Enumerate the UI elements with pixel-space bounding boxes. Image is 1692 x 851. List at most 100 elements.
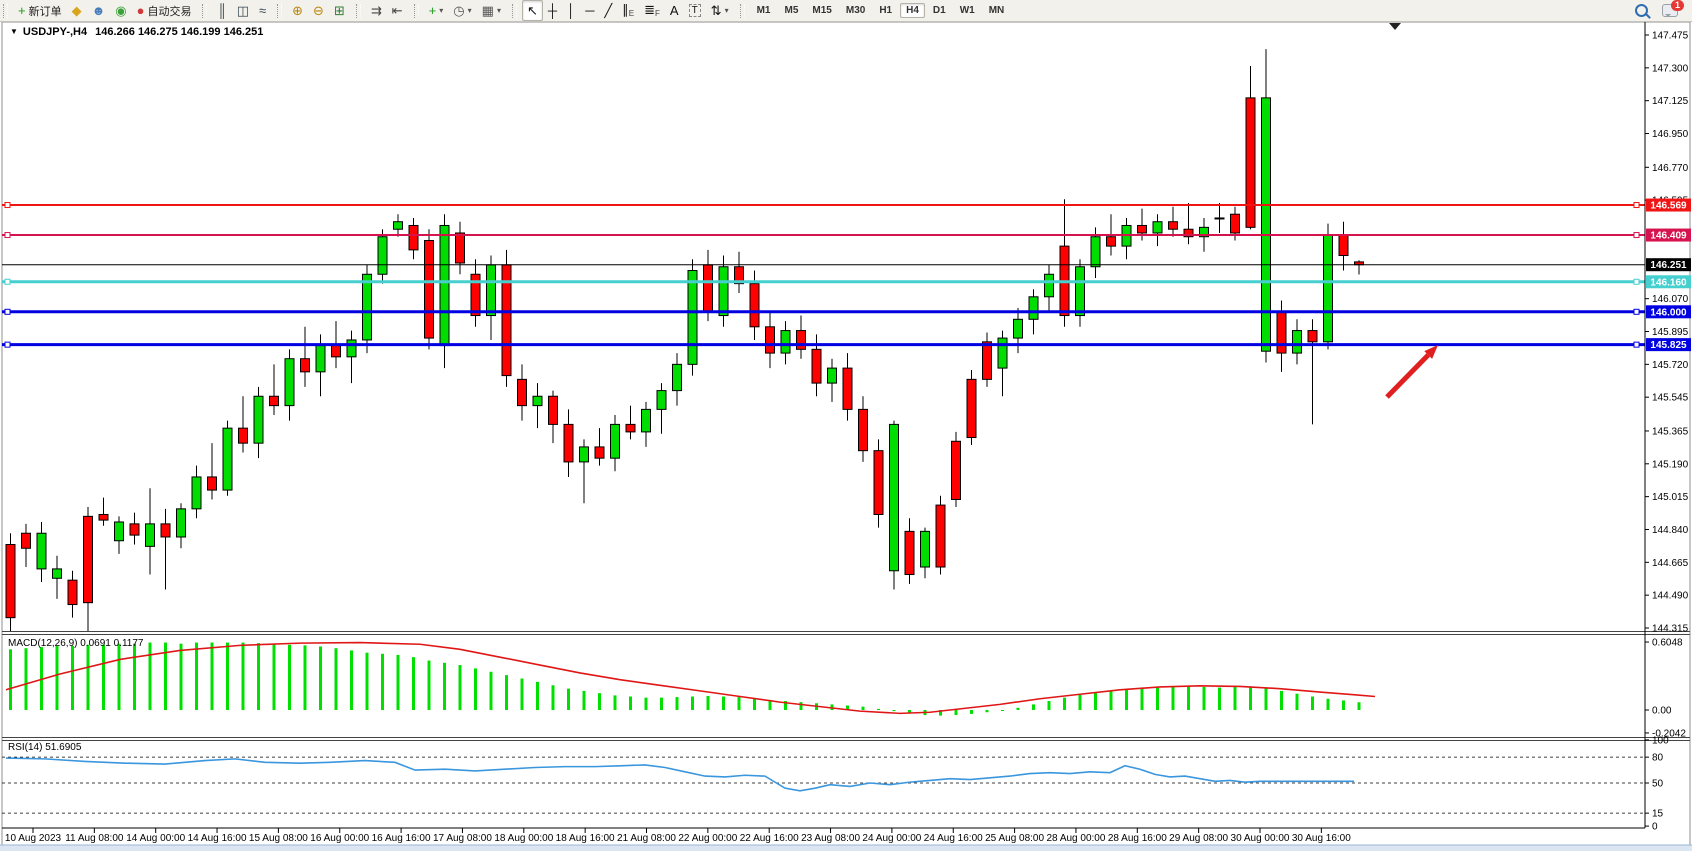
candle — [99, 514, 108, 520]
arrows-button[interactable]: ⇅▾ — [706, 0, 734, 21]
timeframe-m15[interactable]: M15 — [806, 3, 837, 18]
candle — [425, 240, 434, 338]
time-tick-label: 30 Aug 16:00 — [1292, 833, 1351, 844]
hline-anchor[interactable] — [5, 233, 10, 238]
price-tick-label: 145.015 — [1652, 492, 1689, 503]
insert-group-grip[interactable] — [414, 4, 419, 18]
chart-shift-button[interactable]: ⇤ — [387, 0, 408, 21]
hline-anchor[interactable] — [1634, 279, 1639, 284]
chart-symbol-period: USDJPY-,H4 — [23, 26, 87, 38]
new-order-button-label: 新订单 — [29, 3, 62, 19]
channel-button[interactable]: ∥E — [617, 0, 639, 21]
tile-windows-button[interactable]: ⊞ — [329, 0, 350, 21]
timeframe-h1[interactable]: H1 — [873, 3, 898, 18]
search-icon[interactable] — [1635, 4, 1648, 17]
macd-bar — [1125, 689, 1128, 710]
chart-canvas[interactable]: 147.475147.300147.125146.950146.770146.5… — [0, 0, 1692, 851]
candle — [1308, 331, 1317, 342]
auto-scroll-icon: ⇉ — [371, 4, 382, 17]
drawing-tools-group-grip[interactable] — [512, 4, 517, 18]
macd-bar — [1063, 698, 1066, 710]
chart-title: ▼ USDJPY-,H4 146.266 146.275 146.199 146.2… — [10, 26, 263, 38]
chart-ohlc-values: 146.266 146.275 146.199 146.251 — [95, 26, 263, 38]
hline-anchor[interactable] — [5, 203, 10, 208]
crosshair-button[interactable]: ┼ — [543, 0, 562, 21]
timeframe-w1[interactable]: W1 — [954, 3, 981, 18]
new-order-button[interactable]: +新订单 — [13, 0, 67, 21]
zoom-out-icon: ⊖ — [313, 4, 324, 17]
timeframe-d1[interactable]: D1 — [927, 3, 952, 18]
community-button[interactable]: ☻ — [87, 0, 111, 21]
timeframe-h4[interactable]: H4 — [900, 3, 925, 18]
candlestick-chart-icon: ◫ — [237, 4, 249, 17]
signals-button[interactable]: ◉ — [110, 0, 131, 21]
label-button[interactable]: T — [684, 0, 706, 21]
macd-bar — [1280, 691, 1283, 710]
price-tick-label: 147.300 — [1652, 63, 1689, 74]
macd-bar — [691, 697, 694, 710]
hline-anchor[interactable] — [5, 342, 10, 347]
notifications-icon[interactable]: 1 — [1662, 4, 1678, 17]
candle — [874, 451, 883, 515]
timeframe-m5[interactable]: M5 — [779, 3, 805, 18]
person-icon: ☻ — [92, 4, 106, 17]
autotrade-button[interactable]: ●自动交易 — [132, 0, 197, 21]
toolbar-button-groups: +新订单◆☻◉●自动交易║◫≈⊕⊖⊞⇉⇤+▾◷▾▦▾↖┼│─╱∥E≣FAT⇅▾M… — [0, 0, 1014, 21]
auto-scroll-button[interactable]: ⇉ — [366, 0, 387, 21]
timeframe-mn[interactable]: MN — [983, 3, 1011, 18]
candle — [1277, 312, 1286, 353]
zoom-out-button[interactable]: ⊖ — [308, 0, 329, 21]
price-badge-label: 146.000 — [1650, 307, 1687, 318]
candlestick-chart-button[interactable]: ◫ — [232, 0, 254, 21]
text-button[interactable]: A — [665, 0, 684, 21]
timeframe-group-grip[interactable] — [740, 4, 745, 18]
indicator-plus-icon: + — [429, 4, 437, 17]
macd-bar — [1094, 693, 1097, 710]
bar-chart-button[interactable]: ║ — [212, 0, 231, 21]
hline-anchor[interactable] — [1634, 342, 1639, 347]
candle — [797, 331, 806, 350]
scroll-group-grip[interactable] — [356, 4, 361, 18]
line-chart-button[interactable]: ≈ — [254, 0, 271, 21]
text-label-icon: T — [689, 4, 701, 17]
macd-bar — [552, 685, 555, 710]
macd-bar — [1296, 694, 1299, 710]
hline-anchor[interactable] — [1634, 309, 1639, 314]
candle — [766, 327, 775, 353]
trendline-button[interactable]: ╱ — [599, 0, 617, 21]
templates-button[interactable]: ▦▾ — [477, 0, 506, 21]
symbol-dropdown-icon[interactable]: ▼ — [10, 27, 18, 36]
macd-bar — [1017, 708, 1020, 710]
macd-bar — [1187, 686, 1190, 710]
zoom-group-grip[interactable] — [277, 4, 282, 18]
candle — [828, 368, 837, 383]
chart-mode-group-grip[interactable] — [202, 4, 207, 18]
hline-anchor[interactable] — [1634, 233, 1639, 238]
candle — [254, 396, 263, 443]
hline-anchor[interactable] — [5, 279, 10, 284]
vertical-line-button[interactable]: │ — [562, 0, 580, 21]
hline-anchor[interactable] — [1634, 203, 1639, 208]
rsi-axis-label: 50 — [1652, 779, 1664, 790]
cursor-button[interactable]: ↖ — [522, 0, 543, 21]
macd-bar — [645, 698, 648, 710]
macd-bar — [133, 644, 136, 710]
timeframe-m1[interactable]: M1 — [751, 3, 777, 18]
rsi-axis-label: 15 — [1652, 809, 1664, 820]
candle — [998, 338, 1007, 368]
zoom-in-button[interactable]: ⊕ — [287, 0, 308, 21]
timeframe-m30[interactable]: M30 — [840, 3, 871, 18]
hline-anchor[interactable] — [5, 309, 10, 314]
tile-windows-icon: ⊞ — [334, 4, 345, 17]
trade-group-grip[interactable] — [3, 4, 8, 18]
horizontal-line-button[interactable]: ─ — [580, 0, 599, 21]
macd-bar — [877, 709, 880, 710]
fibonacci-button[interactable]: ≣F — [639, 0, 665, 21]
periods-button[interactable]: ◷▾ — [448, 0, 476, 21]
deposit-button[interactable]: ◆ — [67, 0, 87, 21]
bar-chart-icon: ║ — [217, 4, 226, 17]
toolbar-right: 1 — [1635, 4, 1692, 17]
macd-bar — [257, 643, 260, 710]
indicators-button[interactable]: +▾ — [424, 0, 449, 21]
time-tick-label: 18 Aug 00:00 — [494, 833, 553, 844]
